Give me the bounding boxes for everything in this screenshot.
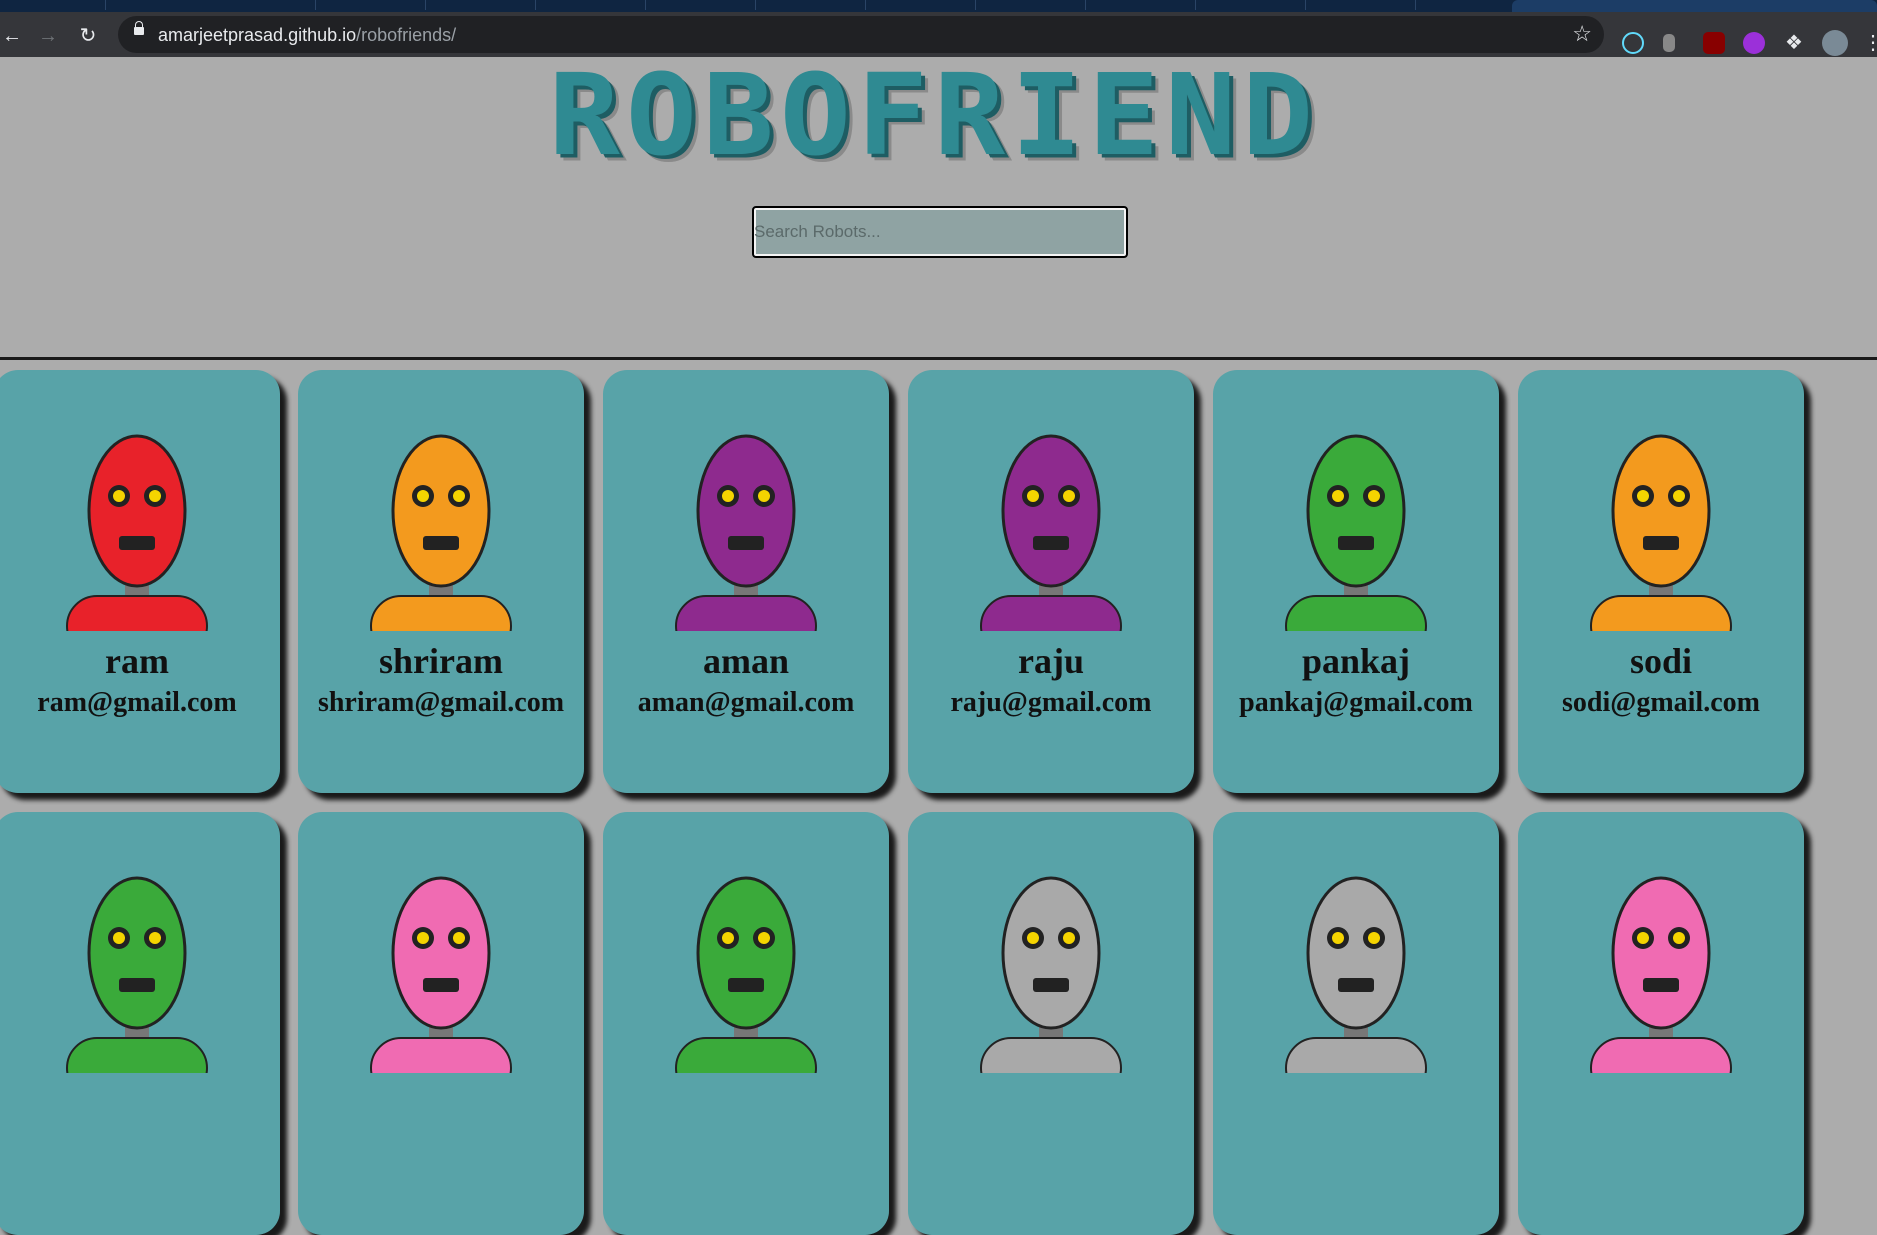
robot-card[interactable] bbox=[1518, 812, 1804, 1235]
robot-card[interactable] bbox=[298, 812, 584, 1235]
robot-name: sodi bbox=[1629, 641, 1693, 681]
browser-tab[interactable] bbox=[1195, 0, 1306, 10]
ublock-icon[interactable] bbox=[1703, 32, 1725, 54]
bookmark-star-icon[interactable]: ☆ bbox=[1572, 21, 1592, 47]
extension-purple-icon[interactable] bbox=[1743, 32, 1765, 54]
robot-card[interactable]: sodi sodi@gmail.com bbox=[1518, 370, 1804, 793]
robot-name: shriram bbox=[379, 641, 503, 681]
robot-avatar-image bbox=[1590, 876, 1732, 1073]
url-text: amarjeetprasad.github.io/robofriends/ bbox=[158, 25, 457, 45]
robot-avatar-image bbox=[980, 434, 1122, 631]
robot-email: aman@gmail.com bbox=[637, 687, 855, 718]
robot-card[interactable]: ram ram@gmail.com bbox=[0, 370, 280, 793]
browser-tab[interactable] bbox=[975, 0, 1086, 10]
divider bbox=[0, 357, 1877, 360]
robot-card[interactable]: pankaj pankaj@gmail.com bbox=[1213, 370, 1499, 793]
browser-tab[interactable] bbox=[755, 0, 866, 10]
avatar[interactable] bbox=[1822, 30, 1848, 56]
robot-avatar-image bbox=[675, 876, 817, 1073]
robot-card[interactable] bbox=[0, 812, 280, 1235]
robot-avatar-image bbox=[66, 434, 208, 631]
browser-tab[interactable] bbox=[1305, 0, 1416, 10]
robot-name: aman bbox=[702, 641, 789, 681]
address-bar[interactable]: amarjeetprasad.github.io/robofriends/ ☆ bbox=[118, 16, 1604, 53]
robot-email: shriram@gmail.com bbox=[317, 687, 565, 718]
browser-tab[interactable] bbox=[865, 0, 976, 10]
robot-name: raju bbox=[1018, 641, 1084, 681]
robot-card[interactable] bbox=[1213, 812, 1499, 1235]
robot-avatar-image bbox=[1285, 434, 1427, 631]
robot-card[interactable]: aman aman@gmail.com bbox=[603, 370, 889, 793]
browser-tab[interactable] bbox=[645, 0, 756, 10]
robot-avatar-image bbox=[66, 876, 208, 1073]
forward-arrow-icon[interactable]: → bbox=[36, 24, 60, 48]
browser-tab[interactable] bbox=[425, 0, 536, 10]
react-devtools-icon[interactable] bbox=[1622, 32, 1644, 54]
search-input[interactable] bbox=[752, 206, 1128, 258]
robot-name: ram bbox=[105, 641, 169, 681]
robot-avatar-image bbox=[675, 434, 817, 631]
page-title: ROBOFRIEND bbox=[548, 49, 1320, 181]
extension-icon[interactable] bbox=[1663, 34, 1675, 52]
kebab-menu-icon[interactable]: ⋮ bbox=[1863, 32, 1877, 54]
browser-tab-active[interactable] bbox=[1512, 0, 1877, 12]
robot-card[interactable] bbox=[603, 812, 889, 1235]
robot-card[interactable]: raju raju@gmail.com bbox=[908, 370, 1194, 793]
robot-avatar-image bbox=[1285, 876, 1427, 1073]
browser-tab[interactable] bbox=[1085, 0, 1196, 10]
robot-avatar-image bbox=[980, 876, 1122, 1073]
robot-name: pankaj bbox=[1301, 641, 1411, 681]
robot-avatar-image bbox=[1590, 434, 1732, 631]
robot-email: raju@gmail.com bbox=[950, 687, 1152, 718]
robot-avatar-image bbox=[370, 434, 512, 631]
browser-tab[interactable] bbox=[0, 0, 106, 10]
browser-tab[interactable] bbox=[535, 0, 646, 10]
robot-email: pankaj@gmail.com bbox=[1239, 687, 1473, 718]
robot-email: ram@gmail.com bbox=[37, 687, 237, 718]
robot-card[interactable]: shriram shriram@gmail.com bbox=[298, 370, 584, 793]
lock-icon bbox=[134, 21, 144, 35]
browser-tab[interactable] bbox=[105, 0, 316, 10]
browser-tab[interactable] bbox=[315, 0, 426, 10]
robot-avatar-image bbox=[370, 876, 512, 1073]
puzzle-icon[interactable]: ❖ bbox=[1783, 32, 1805, 54]
back-arrow-icon[interactable]: ← bbox=[0, 24, 24, 48]
robot-card[interactable] bbox=[908, 812, 1194, 1235]
browser-tab-strip bbox=[0, 0, 1877, 12]
reload-icon[interactable]: ↻ bbox=[76, 24, 100, 48]
robot-email: sodi@gmail.com bbox=[1562, 687, 1760, 718]
